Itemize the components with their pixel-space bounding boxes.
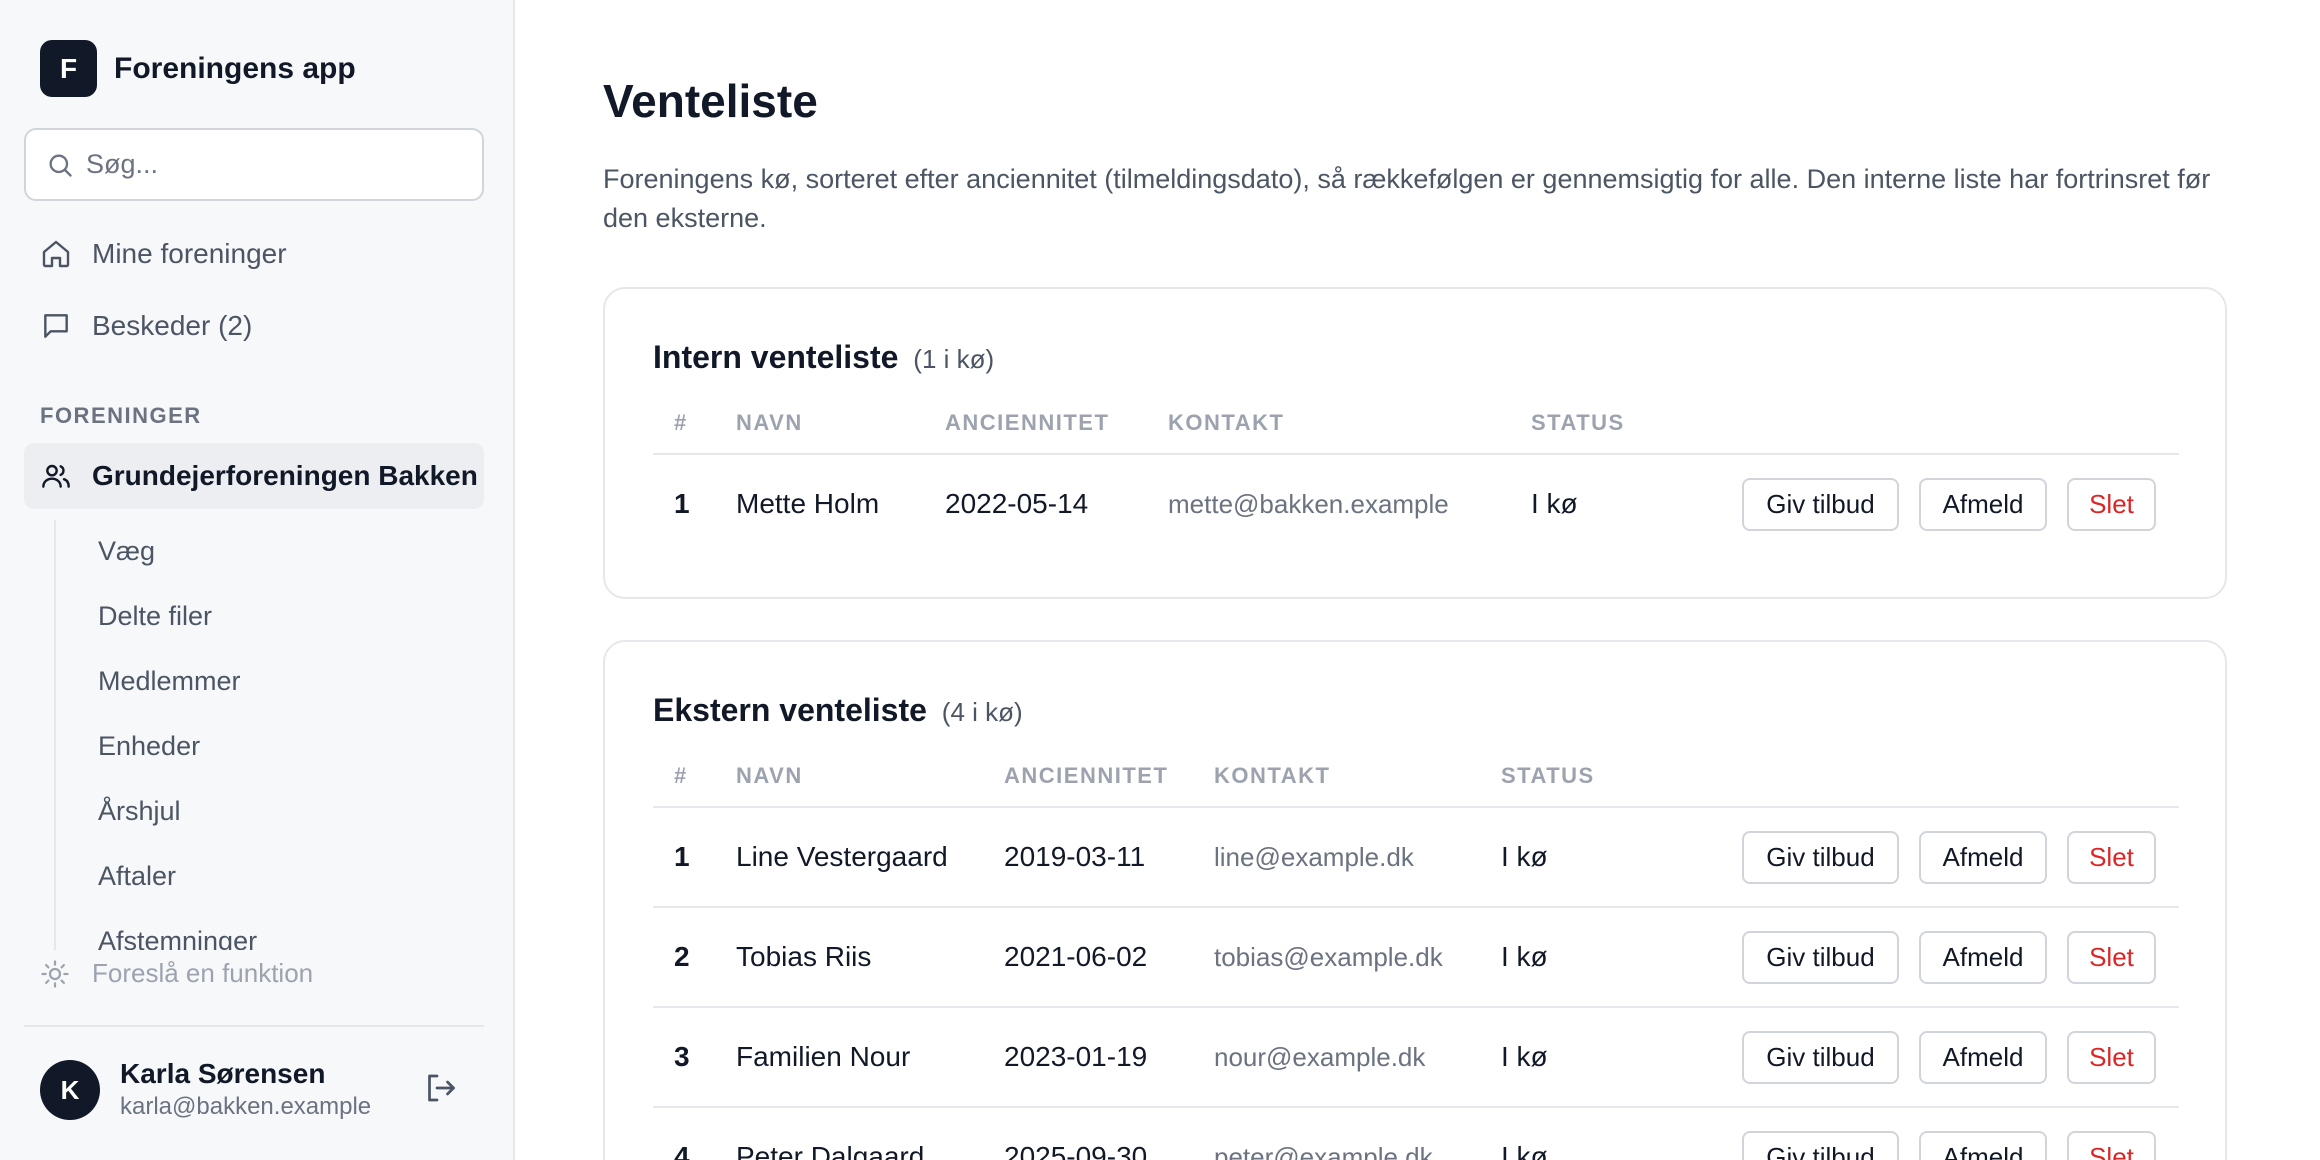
- row-divider: [653, 906, 2179, 908]
- column-header-num: #: [674, 410, 688, 435]
- sub-nav-item-wall[interactable]: Væg: [98, 536, 155, 567]
- sub-nav-item-annual-wheel[interactable]: Årshjul: [98, 796, 181, 827]
- row-contact[interactable]: nour@example.dk: [1214, 1042, 1425, 1073]
- column-header-contact: KONTAKT: [1168, 410, 1285, 435]
- column-header-status: STATUS: [1501, 763, 1595, 788]
- give-offer-button[interactable]: Giv tilbud: [1742, 1131, 1899, 1160]
- user-name: Karla Sørensen: [120, 1058, 326, 1089]
- row-seniority: 2021-06-02: [1004, 941, 1148, 972]
- row-seniority: 2019-03-11: [1004, 841, 1146, 872]
- column-header-seniority: ANCIENNITET: [945, 410, 1110, 435]
- column-header-name: NAVN: [736, 763, 803, 788]
- row-number: 2: [674, 941, 690, 972]
- queue-count: (1 i kø): [913, 344, 995, 374]
- column-header-seniority: ANCIENNITET: [1004, 763, 1169, 788]
- row-number: 3: [674, 1041, 690, 1072]
- sub-nav-item-members[interactable]: Medlemmer: [98, 666, 241, 697]
- sub-nav-item-shared-files[interactable]: Delte filer: [98, 601, 212, 632]
- delete-button[interactable]: Slet: [2067, 478, 2156, 531]
- row-number: 1: [674, 488, 690, 519]
- message-icon: [44, 314, 68, 338]
- row-status: I kø: [1531, 488, 1578, 519]
- row-status: I kø: [1501, 1041, 1548, 1072]
- unsubscribe-button[interactable]: Afmeld: [1919, 1131, 2047, 1160]
- delete-button[interactable]: Slet: [2067, 831, 2156, 884]
- row-name: Peter Dalgaard: [736, 1141, 925, 1160]
- give-offer-button[interactable]: Giv tilbud: [1742, 831, 1899, 884]
- nav-item-messages[interactable]: Beskeder (2): [24, 293, 484, 359]
- page-description: Foreningens kø, sorteret efter anciennit…: [603, 164, 2211, 233]
- logout-icon[interactable]: [422, 1070, 458, 1106]
- suggest-feature-link[interactable]: Foreslå en funktion: [40, 958, 313, 989]
- give-offer-button[interactable]: Giv tilbud: [1742, 478, 1899, 531]
- home-icon: [42, 240, 70, 268]
- row-divider: [653, 1006, 2179, 1008]
- row-seniority: 2022-05-14: [945, 488, 1089, 519]
- divider: [24, 1025, 484, 1027]
- queue-count: (4 i kø): [941, 697, 1023, 727]
- sidebar: F Foreningens app Mine foreninger Besked…: [0, 0, 515, 1160]
- external-waitlist-card: Ekstern venteliste (4 i kø) # NAVN ANCIE…: [603, 640, 2227, 1160]
- row-contact[interactable]: tobias@example.dk: [1214, 942, 1443, 973]
- avatar: K: [40, 1060, 100, 1120]
- nav-item-label: Mine foreninger: [92, 238, 287, 269]
- sidebar-item-grundejerforeningen-bakken[interactable]: Grundejerforeningen Bakken: [24, 443, 484, 509]
- row-status: I kø: [1501, 941, 1548, 972]
- unsubscribe-button[interactable]: Afmeld: [1919, 931, 2047, 984]
- header-divider: [653, 453, 2179, 455]
- give-offer-button[interactable]: Giv tilbud: [1742, 931, 1899, 984]
- row-name: Familien Nour: [736, 1041, 911, 1072]
- internal-waitlist-card: Intern venteliste (1 i kø) # NAVN ANCIEN…: [603, 287, 2227, 599]
- column-header-name: NAVN: [736, 410, 803, 435]
- row-status: I kø: [1501, 841, 1548, 872]
- search-input[interactable]: [86, 149, 466, 180]
- search-icon: [49, 154, 72, 177]
- row-name: Tobias Riis: [736, 941, 872, 972]
- nav-item-label: Grundejerforeningen Bakken: [92, 460, 478, 491]
- lightbulb-icon: [41, 959, 69, 988]
- section-label: FORENINGER: [40, 403, 202, 428]
- column-header-status: STATUS: [1531, 410, 1625, 435]
- user-profile[interactable]: K Karla Sørensen karla@bakken.example: [40, 1057, 371, 1123]
- sub-nav-item-agreements[interactable]: Aftaler: [98, 861, 176, 892]
- app-logo: F: [40, 40, 97, 97]
- nav-item-label: Beskeder (2): [92, 310, 253, 341]
- unsubscribe-button[interactable]: Afmeld: [1919, 478, 2047, 531]
- row-status: I kø: [1501, 1141, 1548, 1160]
- column-header-num: #: [674, 763, 688, 788]
- card-title: Ekstern venteliste (4 i kø): [653, 692, 1023, 729]
- delete-button[interactable]: Slet: [2067, 931, 2156, 984]
- user-email: karla@bakken.example: [120, 1093, 372, 1120]
- row-number: 4: [674, 1141, 690, 1160]
- sub-nav-item-units[interactable]: Enheder: [98, 731, 200, 762]
- row-contact[interactable]: mette@bakken.example: [1168, 489, 1449, 520]
- column-header-contact: KONTAKT: [1214, 763, 1331, 788]
- suggest-feature-label: Foreslå en funktion: [92, 958, 314, 988]
- row-seniority: 2025-09-30: [1004, 1141, 1148, 1160]
- card-title-text: Intern venteliste: [653, 339, 899, 375]
- row-name: Mette Holm: [736, 488, 880, 519]
- give-offer-button[interactable]: Giv tilbud: [1742, 1031, 1899, 1084]
- card-title: Intern venteliste (1 i kø): [653, 339, 994, 376]
- sub-nav-item-votes[interactable]: Afstemninger: [98, 926, 257, 950]
- unsubscribe-button[interactable]: Afmeld: [1919, 831, 2047, 884]
- header-divider: [653, 806, 2179, 808]
- users-icon: [42, 464, 70, 488]
- row-divider: [653, 1106, 2179, 1108]
- page-title: Venteliste: [603, 75, 818, 127]
- search-box[interactable]: [24, 128, 484, 201]
- app-brand[interactable]: F Foreningens app: [40, 40, 356, 97]
- row-contact[interactable]: peter@example.dk: [1214, 1142, 1433, 1160]
- nav-item-my-associations[interactable]: Mine foreninger: [24, 221, 484, 287]
- row-seniority: 2023-01-19: [1004, 1041, 1148, 1072]
- row-number: 1: [674, 841, 690, 872]
- delete-button[interactable]: Slet: [2067, 1131, 2156, 1160]
- app-name: Foreningens app: [114, 51, 356, 85]
- card-title-text: Ekstern venteliste: [653, 692, 927, 728]
- row-contact[interactable]: line@example.dk: [1214, 842, 1414, 873]
- delete-button[interactable]: Slet: [2067, 1031, 2156, 1084]
- unsubscribe-button[interactable]: Afmeld: [1919, 1031, 2047, 1084]
- association-sub-nav: Væg Delte filer Medlemmer Enheder Årshju…: [54, 520, 484, 950]
- row-name: Line Vestergaard: [736, 841, 948, 872]
